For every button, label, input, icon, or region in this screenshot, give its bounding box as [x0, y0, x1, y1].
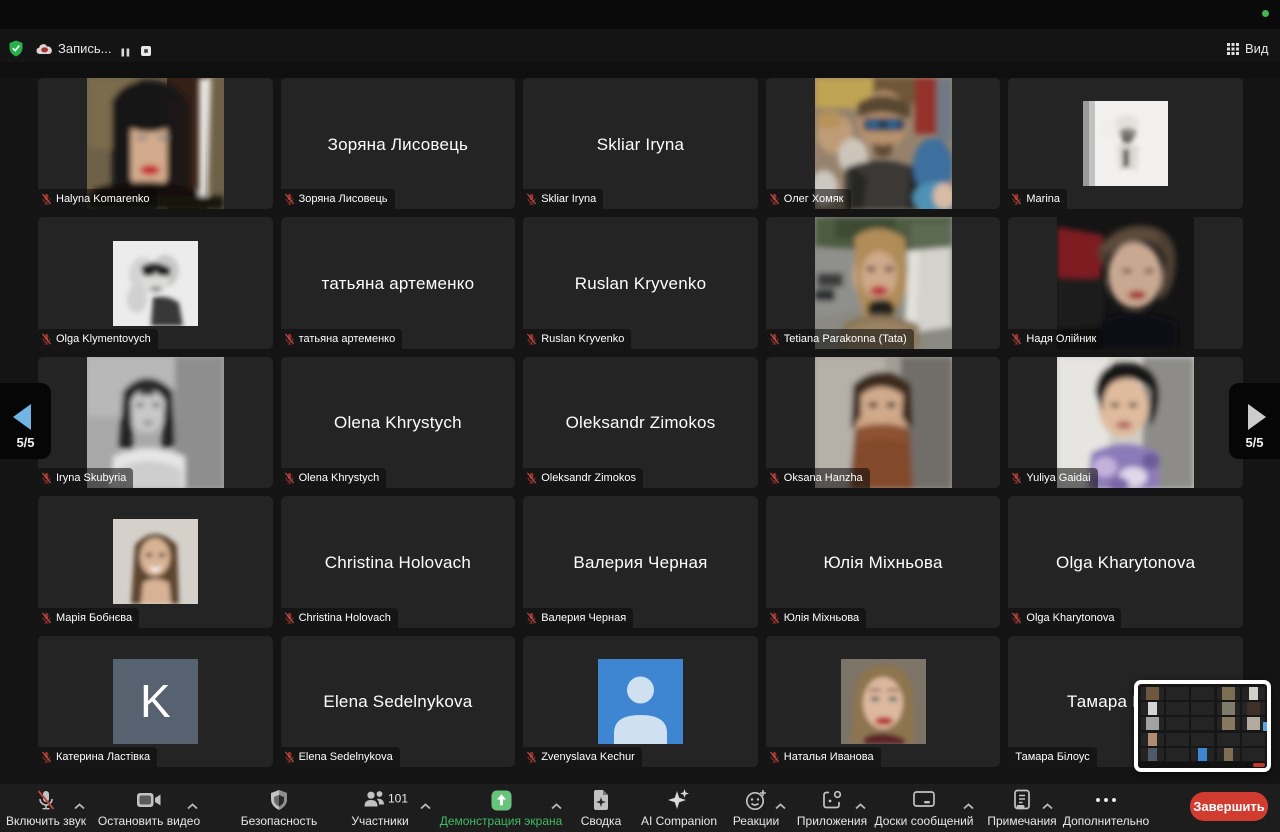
svg-text:101: 101	[388, 791, 408, 805]
